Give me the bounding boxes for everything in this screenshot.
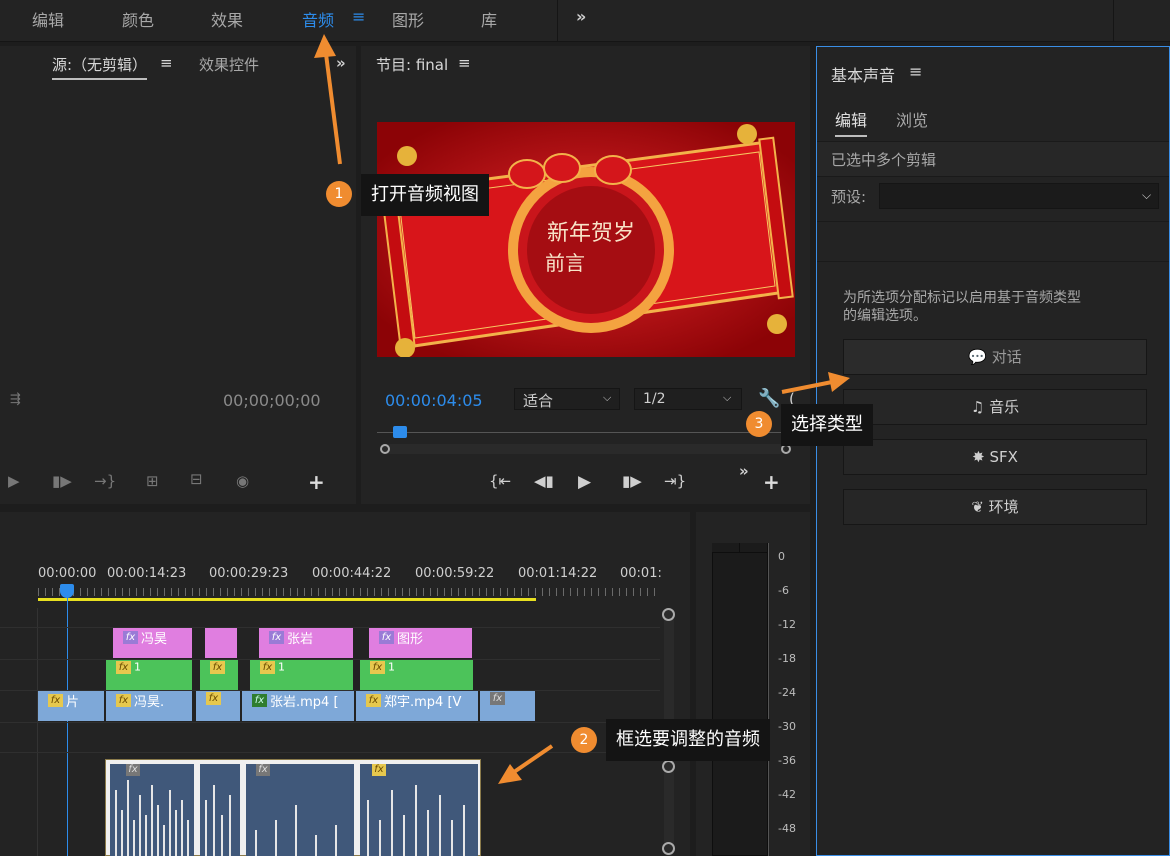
annotation-badge-2: 2 [571, 727, 597, 753]
annotation-callout-1: 打开音频视图 [361, 174, 489, 216]
annotation-callout-3: 选择类型 [781, 404, 873, 446]
annotation-badge-3: 3 [746, 411, 772, 437]
annotation-callout-2: 框选要调整的音频 [606, 719, 770, 761]
annotation-badge-1: 1 [326, 181, 352, 207]
